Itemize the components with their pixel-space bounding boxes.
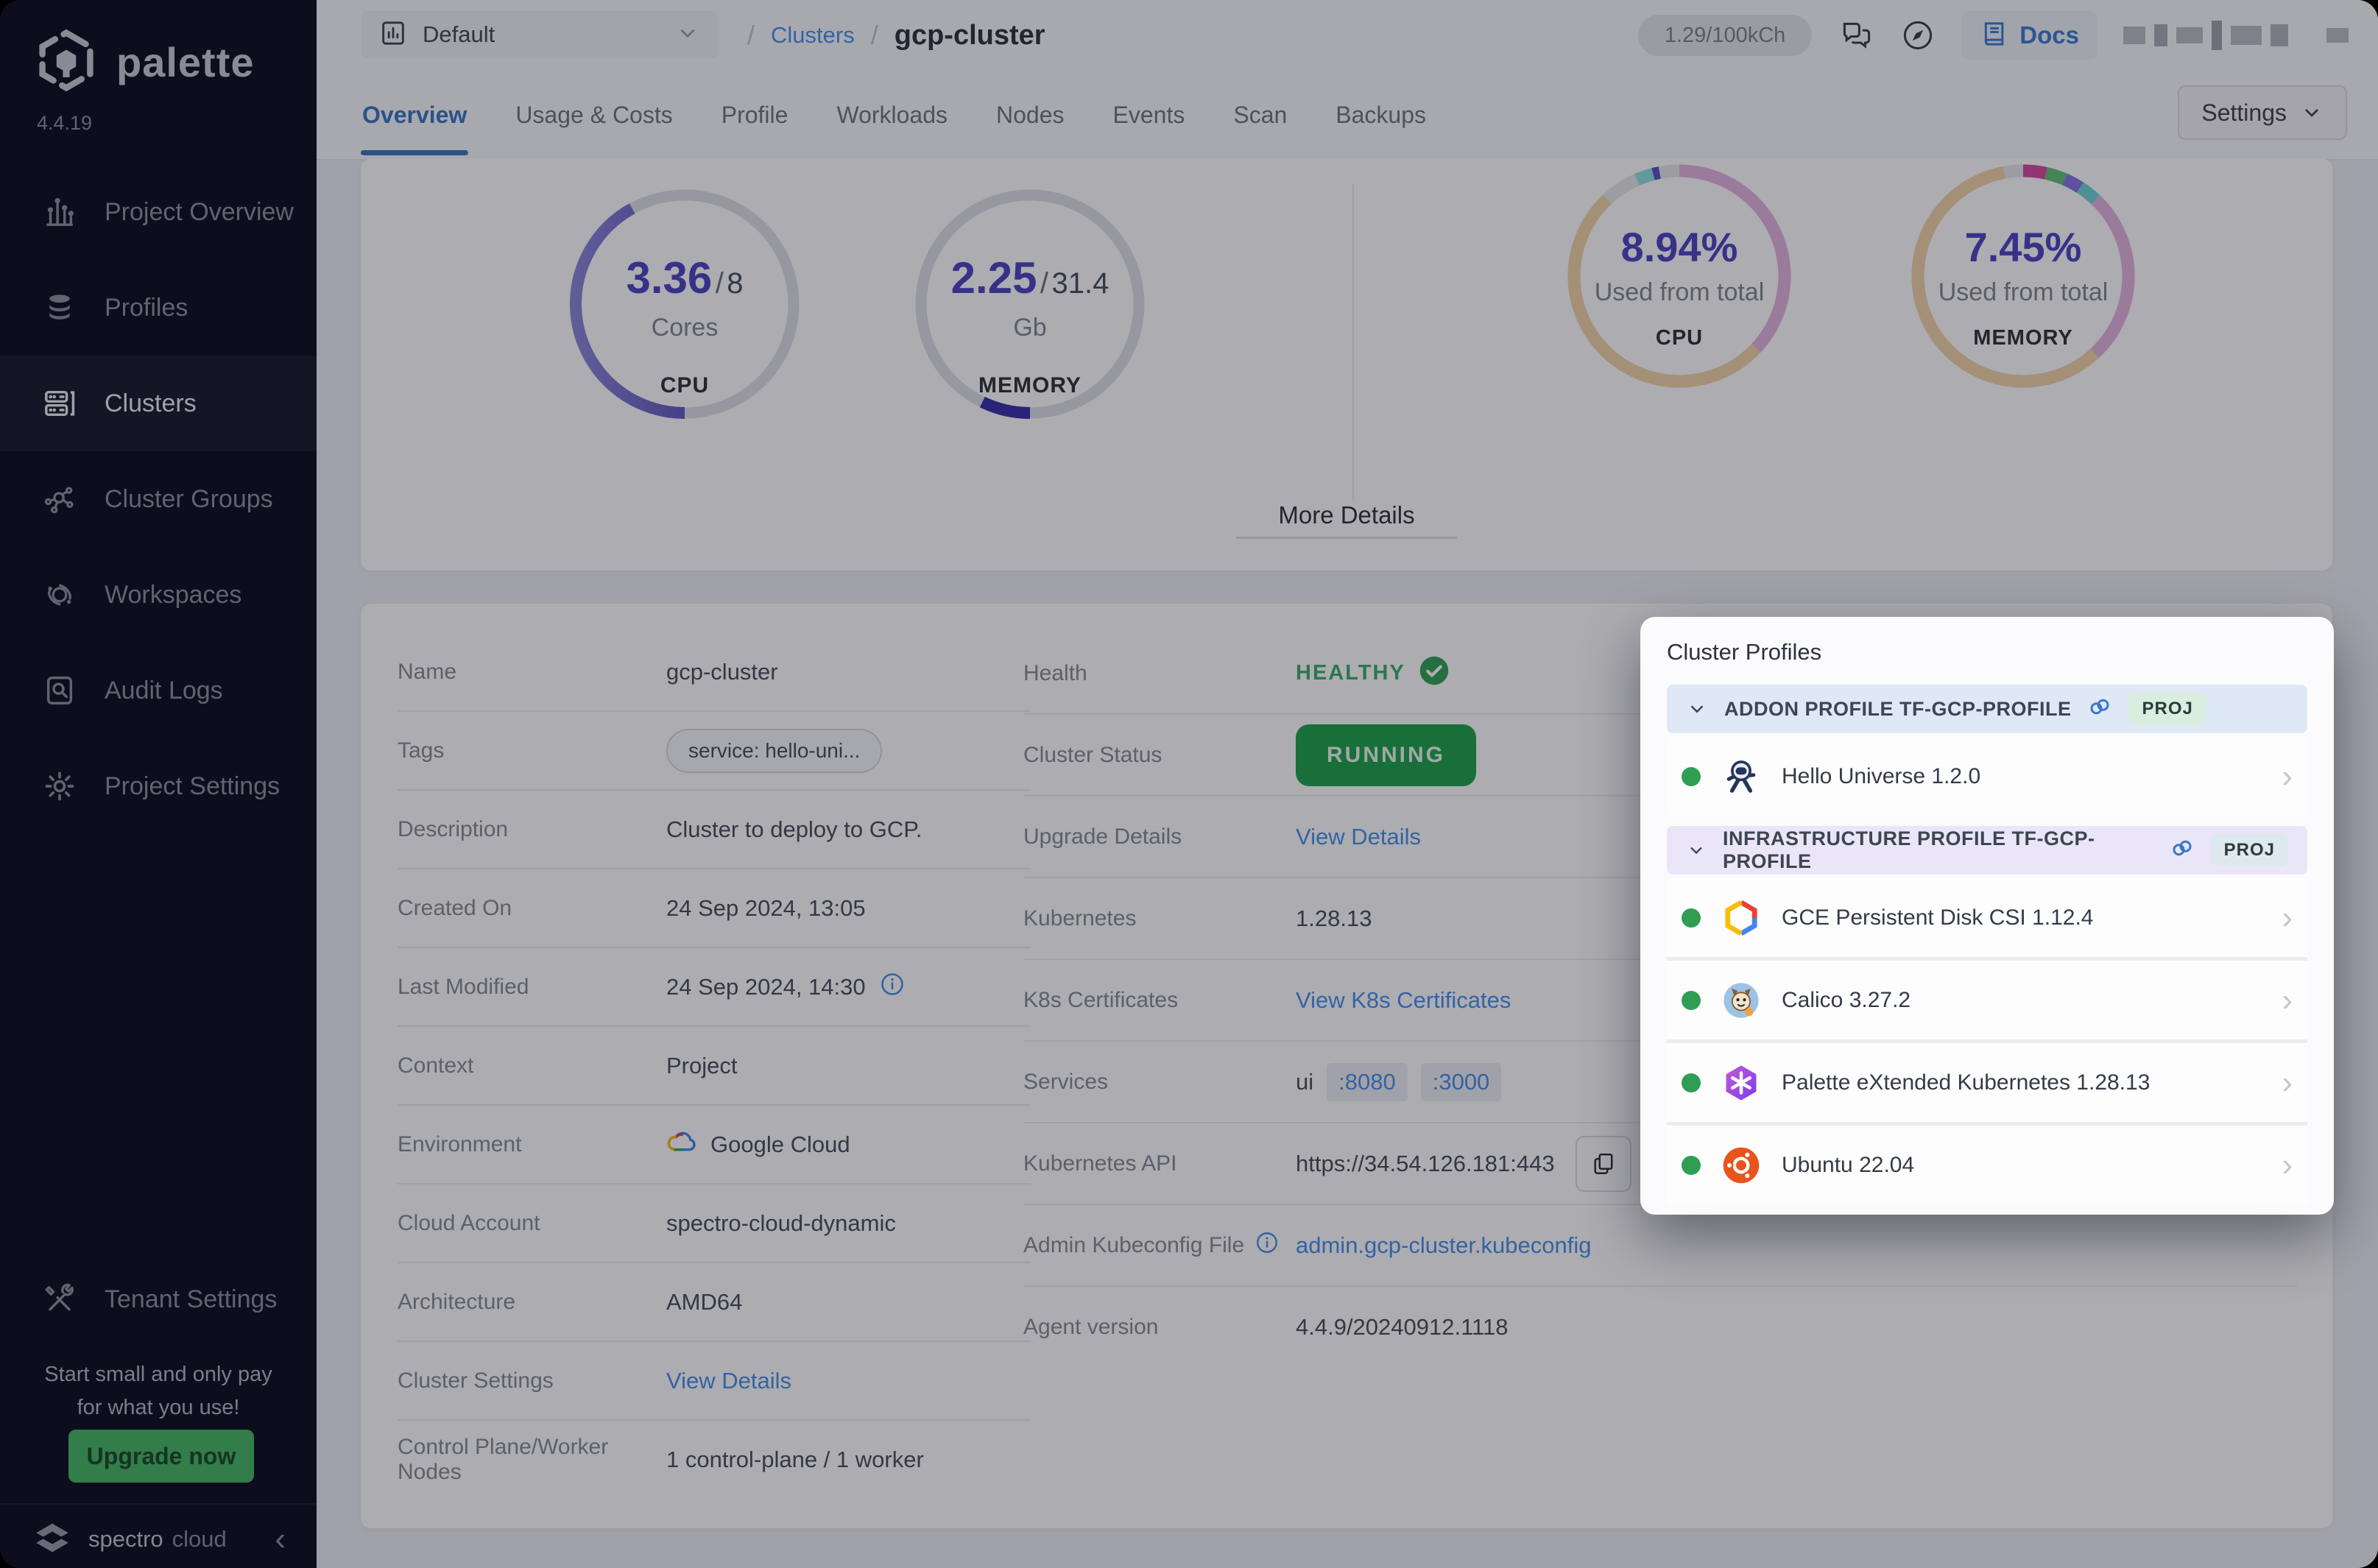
calico-icon <box>1721 981 1761 1020</box>
cluster-profiles-popup: Cluster Profiles ADDON PROFILE TF-GCP-PR… <box>1640 617 2334 1215</box>
chevron-right-icon: › <box>2282 984 2293 1017</box>
profile-row-gce-csi[interactable]: GCE Persistent Disk CSI 1.12.4 › <box>1667 878 2307 957</box>
chevron-down-icon <box>1686 698 1708 720</box>
chevron-right-icon: › <box>2282 1149 2293 1182</box>
addon-profile-items: Hello Universe 1.2.0 › <box>1667 737 2307 816</box>
profile-row-calico[interactable]: Calico 3.27.2 › <box>1667 957 2307 1039</box>
status-dot-green <box>1682 991 1701 1010</box>
infrastructure-profile-section-header[interactable]: INFRASTRUCTURE PROFILE TF-GCP-PROFILE PR… <box>1667 826 2307 875</box>
profile-row-ubuntu[interactable]: Ubuntu 22.04 › <box>1667 1122 2307 1204</box>
chevron-down-icon <box>1686 839 1707 861</box>
profile-row-hello-universe[interactable]: Hello Universe 1.2.0 › <box>1667 737 2307 816</box>
chevron-right-icon: › <box>2282 760 2293 793</box>
addon-profile-section-header[interactable]: ADDON PROFILE TF-GCP-PROFILE PROJ <box>1667 685 2307 733</box>
link-chain-icon[interactable] <box>2170 836 2195 866</box>
app-window: palette 4.4.19 Project Overview Profiles… <box>0 0 2378 1568</box>
status-dot-green <box>1682 908 1701 928</box>
status-dot-green <box>1682 1073 1701 1092</box>
popup-title: Cluster Profiles <box>1667 639 2307 665</box>
hello-universe-icon <box>1721 757 1761 797</box>
status-dot-green <box>1682 767 1701 786</box>
profile-row-palette-kubernetes[interactable]: Palette eXtended Kubernetes 1.28.13 › <box>1667 1039 2307 1122</box>
chevron-right-icon: › <box>2282 1067 2293 1099</box>
gce-disk-icon <box>1721 898 1761 938</box>
proj-badge: PROJ <box>2211 834 2288 866</box>
proj-badge: PROJ <box>2128 693 2206 725</box>
infrastructure-profile-items: GCE Persistent Disk CSI 1.12.4 › Calico … <box>1667 878 2307 1204</box>
palette-kubernetes-icon <box>1721 1063 1761 1103</box>
ubuntu-icon <box>1721 1145 1761 1185</box>
status-dot-green <box>1682 1156 1701 1175</box>
chevron-right-icon: › <box>2282 902 2293 934</box>
link-chain-icon[interactable] <box>2087 694 2112 724</box>
